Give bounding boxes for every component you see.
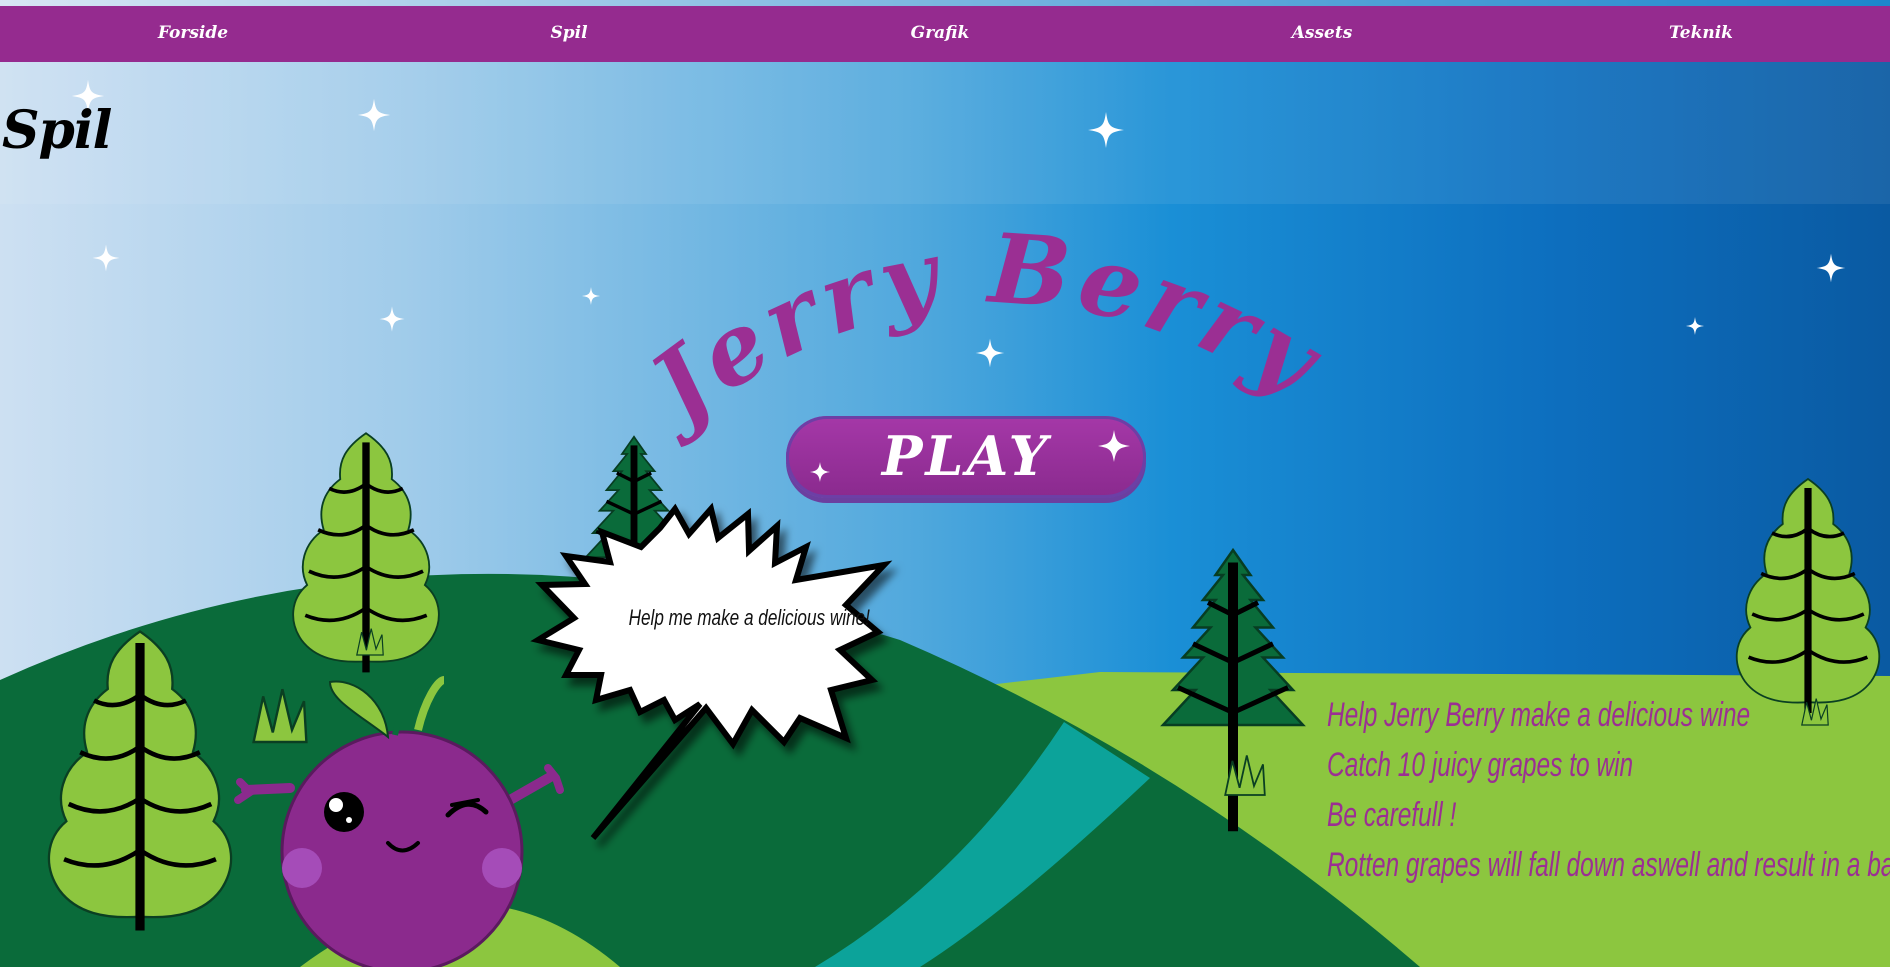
sparkle-icon: [1686, 317, 1704, 335]
play-button[interactable]: PLAY: [786, 416, 1146, 498]
sparkle-icon: [582, 287, 600, 305]
instruction-line: Catch 10 juicy grapes to win: [1327, 746, 1634, 784]
tree-icon: [291, 431, 441, 675]
instruction-line: Be carefull !: [1327, 796, 1457, 834]
instruction-line: Help Jerry Berry make a delicious wine: [1327, 696, 1751, 734]
instructions: Help Jerry Berry make a delicious wine C…: [1327, 690, 1890, 890]
speech-bubble-text: Help me make a delicious wine!: [628, 605, 870, 630]
play-button-label: PLAY: [881, 424, 1051, 488]
sparkle-icon: [379, 306, 405, 332]
sparkle-icon: [1816, 253, 1846, 283]
sparkle-icon: [92, 244, 120, 272]
page-title: Spil: [2, 100, 112, 161]
sparkle-icon: [975, 338, 1005, 368]
sparkle-icon: [357, 98, 391, 132]
instruction-line: Rotten grapes will fall down aswell and …: [1327, 846, 1890, 884]
sparkle-icon: [1088, 112, 1124, 148]
tree-icon: [1734, 477, 1882, 715]
